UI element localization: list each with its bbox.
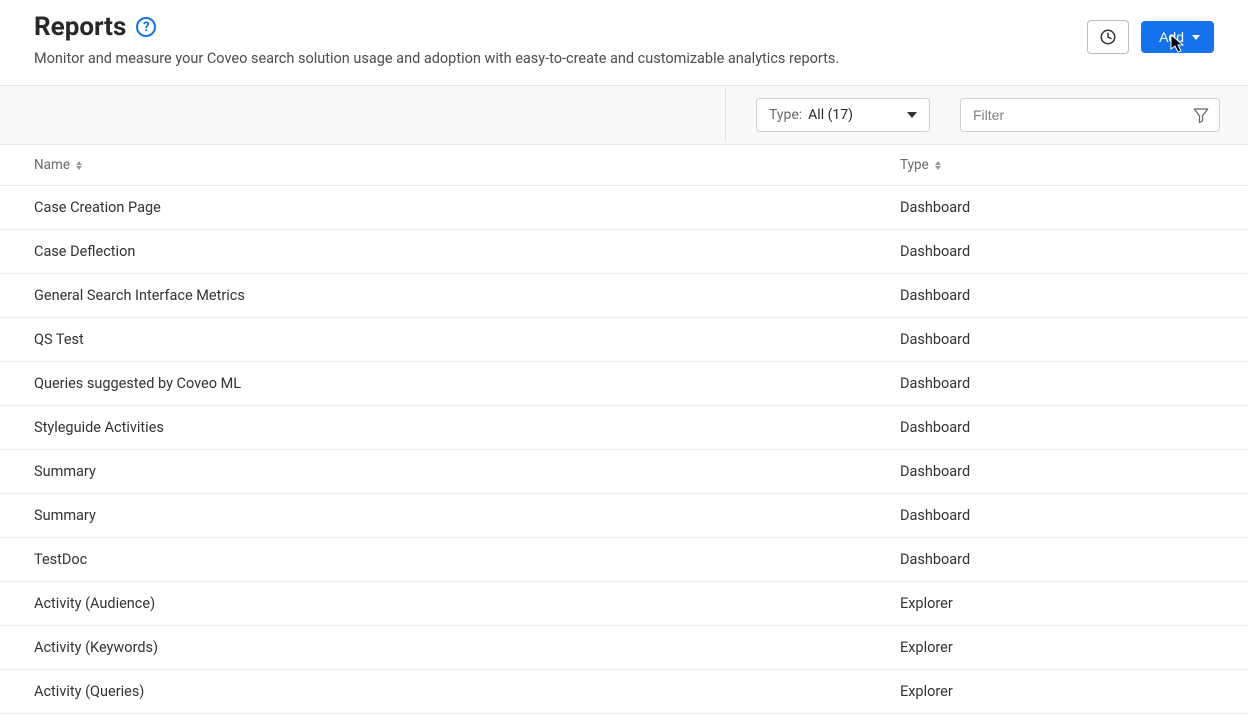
cell-type: Dashboard [900,419,1214,436]
cell-name: Summary [34,507,900,524]
history-button[interactable] [1087,20,1129,54]
cell-type: Dashboard [900,507,1214,524]
cell-type: Dashboard [900,331,1214,348]
help-icon[interactable]: ? [136,17,156,37]
type-filter-value: All (17) [808,107,853,123]
cell-name: Queries suggested by Coveo ML [34,375,900,392]
chevron-down-icon [1192,35,1200,40]
table-row[interactable]: Activity (Queries)Explorer [0,670,1248,714]
filter-wrap [960,98,1220,132]
cell-type: Explorer [900,595,1214,612]
table-row[interactable]: Activity (Keywords)Explorer [0,626,1248,670]
cell-type: Explorer [900,639,1214,656]
page-subtitle: Monitor and measure your Coveo search so… [34,50,839,67]
cell-type: Dashboard [900,199,1214,216]
table-header: Name Type [0,145,1248,186]
table-row[interactable]: Styleguide ActivitiesDashboard [0,406,1248,450]
clock-icon [1099,28,1117,46]
column-header-type-label: Type [900,157,929,173]
table-row[interactable]: TestDocDashboard [0,538,1248,582]
cell-name: Activity (Queries) [34,683,900,700]
cell-name: Styleguide Activities [34,419,900,436]
column-header-name-label: Name [34,157,70,173]
column-header-name[interactable]: Name [34,157,900,173]
reports-table: Name Type Case Creation PageDashboardCas… [0,145,1248,714]
sort-icon [76,161,82,170]
cell-type: Explorer [900,683,1214,700]
cell-name: Activity (Audience) [34,595,900,612]
cell-name: General Search Interface Metrics [34,287,900,304]
cell-name: QS Test [34,331,900,348]
type-filter-label: Type: [769,107,802,123]
sort-icon [935,161,941,170]
cell-name: Activity (Keywords) [34,639,900,656]
table-row[interactable]: Queries suggested by Coveo MLDashboard [0,362,1248,406]
cell-type: Dashboard [900,287,1214,304]
page-header: Reports ? Monitor and measure your Coveo… [0,0,1248,85]
table-row[interactable]: SummaryDashboard [0,450,1248,494]
filter-input[interactable] [960,98,1220,132]
cell-name: Case Deflection [34,243,900,260]
type-filter-select[interactable]: Type: All (17) [756,98,930,132]
cell-name: Summary [34,463,900,480]
cell-type: Dashboard [900,551,1214,568]
cell-name: Case Creation Page [34,199,900,216]
title-row: Reports ? [34,12,839,42]
header-actions: Add [1087,20,1214,54]
table-row[interactable]: Case DeflectionDashboard [0,230,1248,274]
chevron-down-icon [907,112,917,118]
cell-type: Dashboard [900,463,1214,480]
table-row[interactable]: QS TestDashboard [0,318,1248,362]
add-button[interactable]: Add [1141,21,1214,53]
table-row[interactable]: Activity (Audience)Explorer [0,582,1248,626]
table-row[interactable]: SummaryDashboard [0,494,1248,538]
cell-type: Dashboard [900,375,1214,392]
column-header-type[interactable]: Type [900,157,1214,173]
toolbar: Type: All (17) [0,85,1248,145]
table-body: Case Creation PageDashboardCase Deflecti… [0,186,1248,714]
cell-name: TestDoc [34,551,900,568]
table-row[interactable]: General Search Interface MetricsDashboar… [0,274,1248,318]
cell-type: Dashboard [900,243,1214,260]
header-left: Reports ? Monitor and measure your Coveo… [34,12,839,67]
page-title: Reports [34,12,126,42]
toolbar-divider [725,88,726,142]
table-row[interactable]: Case Creation PageDashboard [0,186,1248,230]
add-button-label: Add [1159,29,1184,45]
